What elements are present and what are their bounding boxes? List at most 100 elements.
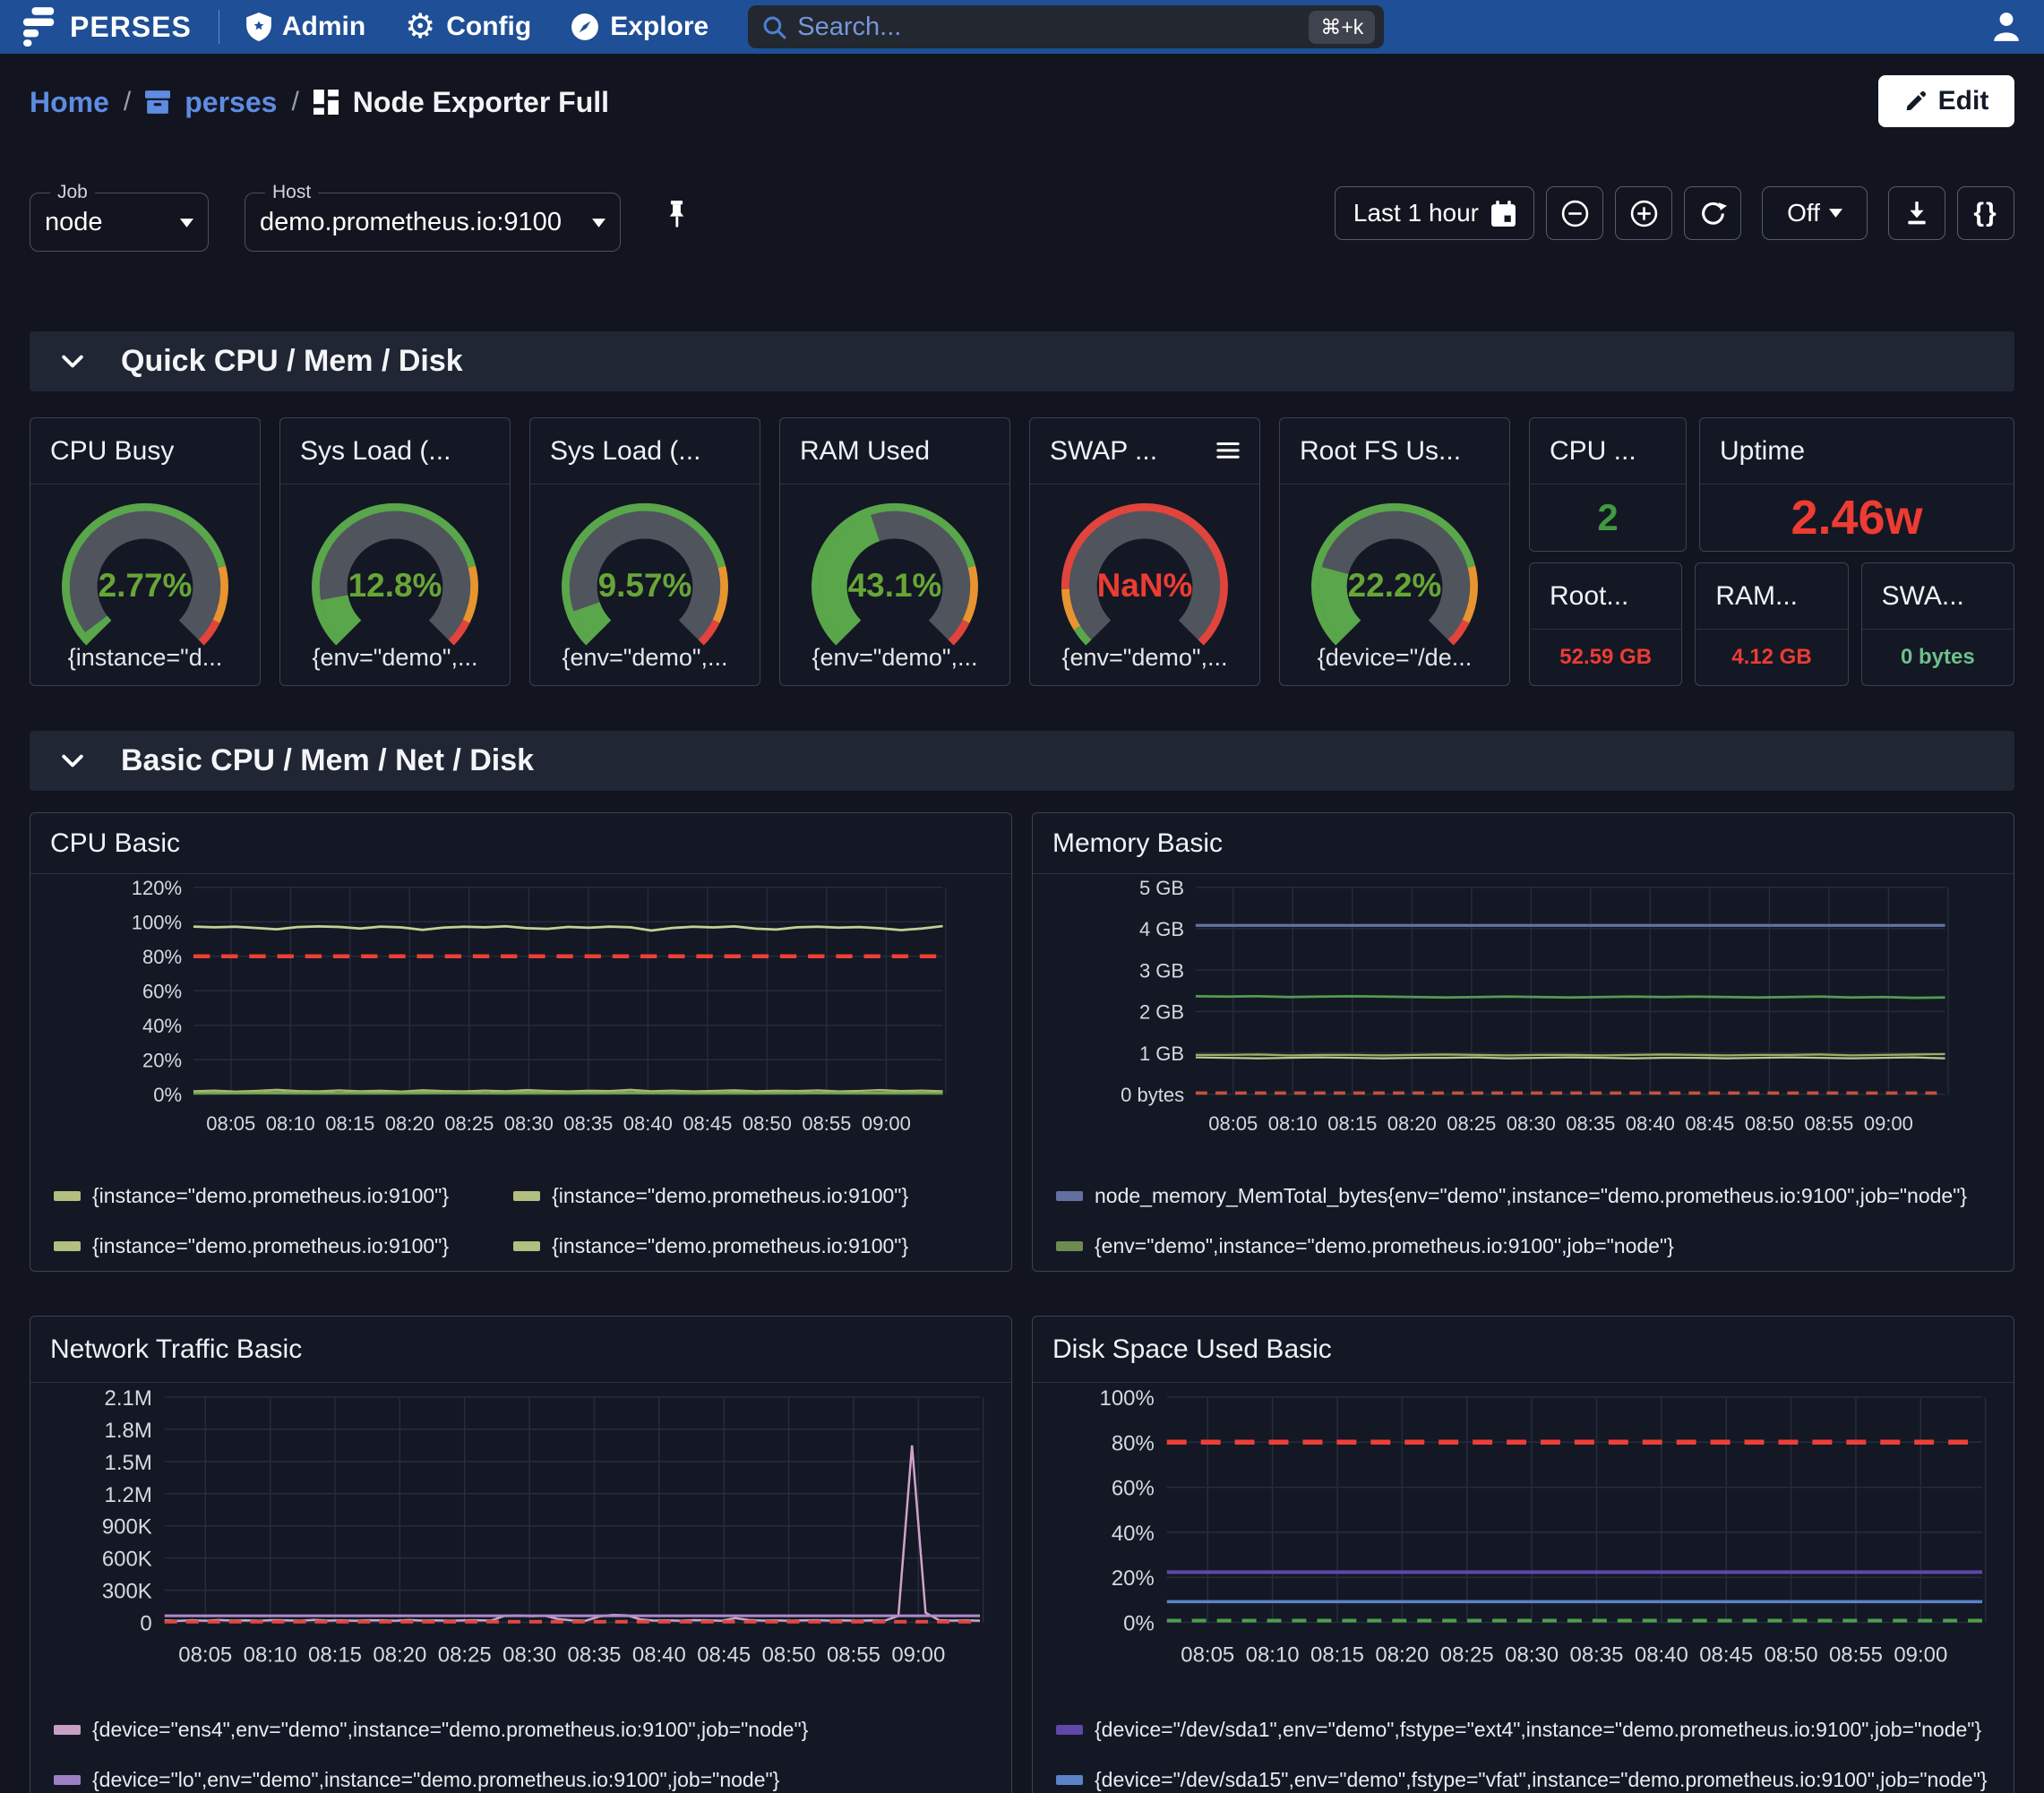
time-range-label: Last 1 hour xyxy=(1353,199,1479,227)
gauge-arc xyxy=(587,606,601,630)
chevron-down-icon xyxy=(62,754,83,768)
axis-tick-label: 08:05 xyxy=(178,1643,232,1667)
panel-header[interactable]: Uptime xyxy=(1700,418,2014,485)
chevron-down-icon xyxy=(1829,209,1842,218)
panel-header[interactable]: Sys Load (... xyxy=(530,418,760,485)
panel-header[interactable]: CPU Basic xyxy=(30,813,1011,874)
chevron-down-icon xyxy=(180,219,193,227)
panel-menu-icon[interactable] xyxy=(1216,442,1240,459)
refresh-button[interactable] xyxy=(1684,186,1741,240)
stat-value: 52.59 GB xyxy=(1559,645,1652,670)
panel-header[interactable]: CPU Busy xyxy=(30,418,260,485)
legend-item[interactable]: {device="ens4",env="demo",instance="demo… xyxy=(54,1704,1011,1754)
panel-header[interactable]: RAM Used xyxy=(780,418,1009,485)
legend-swatch xyxy=(1056,1775,1083,1785)
global-search[interactable]: ⌘+k xyxy=(748,5,1384,48)
axis-tick-label: 08:45 xyxy=(697,1643,751,1667)
legend-swatch xyxy=(1056,1191,1083,1201)
legend-label: {instance="demo.prometheus.io:9100"} xyxy=(552,1234,908,1258)
panel-title: Uptime xyxy=(1720,436,1805,467)
legend-item[interactable]: {instance="demo.prometheus.io:9100"} xyxy=(54,1171,513,1221)
axis-tick-label: 40% xyxy=(1112,1522,1155,1546)
panel-title: RAM Used xyxy=(800,436,930,467)
section-header-quick[interactable]: Quick CPU / Mem / Disk xyxy=(30,331,2014,391)
zoom-out-button[interactable] xyxy=(1546,186,1603,240)
axis-tick-label: 08:50 xyxy=(743,1112,792,1135)
chart-series-net-ens4 xyxy=(165,1446,980,1621)
axis-tick-label: 20% xyxy=(1112,1566,1155,1591)
panel-header[interactable]: Disk Space Used Basic xyxy=(1033,1317,2014,1383)
host-variable-select[interactable]: Host demo.prometheus.io:9100 xyxy=(245,182,621,252)
panel-header[interactable]: Root FS Us... xyxy=(1280,418,1509,485)
panel-ram-total: RAM... 4.12 GB xyxy=(1695,562,1848,686)
legend-label: {device="/dev/sda15",env="demo",fstype="… xyxy=(1095,1768,1988,1792)
breadcrumb-project-link[interactable]: perses xyxy=(185,86,277,119)
user-avatar[interactable] xyxy=(1992,11,2021,43)
axis-tick-label: 08:30 xyxy=(502,1643,556,1667)
time-range-button[interactable]: Last 1 hour xyxy=(1335,186,1534,240)
legend-swatch xyxy=(54,1191,81,1201)
panel-cpu-basic: CPU Basic 0%20%40%60%80%100%120%08:0508:… xyxy=(30,812,1012,1272)
axis-tick-label: 08:05 xyxy=(206,1112,255,1135)
legend-item[interactable]: {instance="demo.prometheus.io:9100"} xyxy=(513,1221,973,1271)
breadcrumb-home-link[interactable]: Home xyxy=(30,86,109,119)
chart-legend: {device="/dev/sda1",env="demo",fstype="e… xyxy=(1033,1704,2014,1793)
host-variable-value: demo.prometheus.io:9100 xyxy=(260,208,562,237)
panel-header[interactable]: Network Traffic Basic xyxy=(30,1317,1011,1383)
chart-series-mem-buffer xyxy=(1196,1058,1945,1059)
panel-header[interactable]: Root... xyxy=(1530,563,1681,630)
legend-item[interactable]: {env="demo",instance="demo.prometheus.io… xyxy=(1056,1221,2014,1271)
legend-item[interactable]: {device="lo",env="demo",instance="demo.p… xyxy=(54,1754,1011,1793)
axis-tick-label: 08:20 xyxy=(385,1112,434,1135)
panel-header[interactable]: CPU ... xyxy=(1530,418,1686,485)
legend-item[interactable]: node_memory_MemTotal_bytes{env="demo",in… xyxy=(1056,1171,2014,1221)
perses-home-link[interactable]: PERSES xyxy=(23,7,192,47)
download-icon xyxy=(1905,200,1928,227)
axis-tick-label: 08:55 xyxy=(1804,1112,1853,1135)
axis-tick-label: 08:15 xyxy=(325,1112,374,1135)
axis-tick-label: 0% xyxy=(1123,1611,1155,1635)
legend-label: {env="demo",instance="demo.prometheus.io… xyxy=(1095,1234,1674,1258)
panel-title: Disk Space Used Basic xyxy=(1052,1334,1332,1365)
refresh-interval-select[interactable]: Off xyxy=(1762,186,1868,240)
panel-title: CPU Busy xyxy=(50,436,174,467)
legend-label: {device="/dev/sda1",env="demo",fstype="e… xyxy=(1095,1718,1981,1742)
axis-tick-label: 100% xyxy=(1100,1386,1155,1411)
nav-item-explore[interactable]: Explore xyxy=(571,12,709,42)
panel-header[interactable]: SWA... xyxy=(1862,563,2014,630)
stat-value: 0 bytes xyxy=(1901,645,1975,670)
legend-item[interactable]: {device="/dev/sda15",env="demo",fstype="… xyxy=(1056,1754,2014,1793)
edit-button[interactable]: Edit xyxy=(1878,75,2014,127)
axis-tick-label: 08:35 xyxy=(563,1112,613,1135)
axis-tick-label: 08:25 xyxy=(1447,1112,1496,1135)
zoom-in-button[interactable] xyxy=(1615,186,1672,240)
panel-memory-basic: Memory Basic 0 bytes1 GB2 GB3 GB4 GB5 GB… xyxy=(1032,812,2014,1272)
section-title: Quick CPU / Mem / Disk xyxy=(121,344,463,379)
edit-button-label: Edit xyxy=(1938,86,1989,116)
gauge-value: 43.1% xyxy=(848,567,942,604)
stat-panels-column: CPU ... 2 Uptime 2.46w xyxy=(1529,417,2014,686)
axis-tick-label: 08:55 xyxy=(802,1112,851,1135)
panel-header[interactable]: RAM... xyxy=(1696,563,1847,630)
panel-title: Network Traffic Basic xyxy=(50,1334,302,1365)
panel-header[interactable]: Sys Load (... xyxy=(280,418,510,485)
axis-tick-label: 08:55 xyxy=(1829,1643,1883,1667)
axis-tick-label: 900K xyxy=(102,1515,152,1540)
legend-swatch xyxy=(513,1191,540,1201)
panel-header[interactable]: SWAP ... xyxy=(1030,418,1259,485)
nav-item-label: Admin xyxy=(282,12,365,42)
job-variable-select[interactable]: Job node xyxy=(30,182,209,252)
legend-item[interactable]: {device="/dev/sda1",env="demo",fstype="e… xyxy=(1056,1704,2014,1754)
pin-variables-button[interactable] xyxy=(660,195,693,238)
chevron-down-icon xyxy=(62,355,83,368)
nav-item-admin[interactable]: Admin xyxy=(246,12,365,42)
search-input[interactable] xyxy=(797,13,1298,42)
download-dashboard-button[interactable] xyxy=(1888,186,1945,240)
legend-item[interactable]: {instance="demo.prometheus.io:9100"} xyxy=(513,1171,973,1221)
axis-tick-label: 08:30 xyxy=(504,1112,554,1135)
legend-item[interactable]: {instance="demo.prometheus.io:9100"} xyxy=(54,1221,513,1271)
section-header-basic[interactable]: Basic CPU / Mem / Net / Disk xyxy=(30,731,2014,791)
nav-item-config[interactable]: ⚙ Config xyxy=(405,12,531,42)
panel-header[interactable]: Memory Basic xyxy=(1033,813,2014,874)
view-json-button[interactable]: {} xyxy=(1957,186,2014,240)
